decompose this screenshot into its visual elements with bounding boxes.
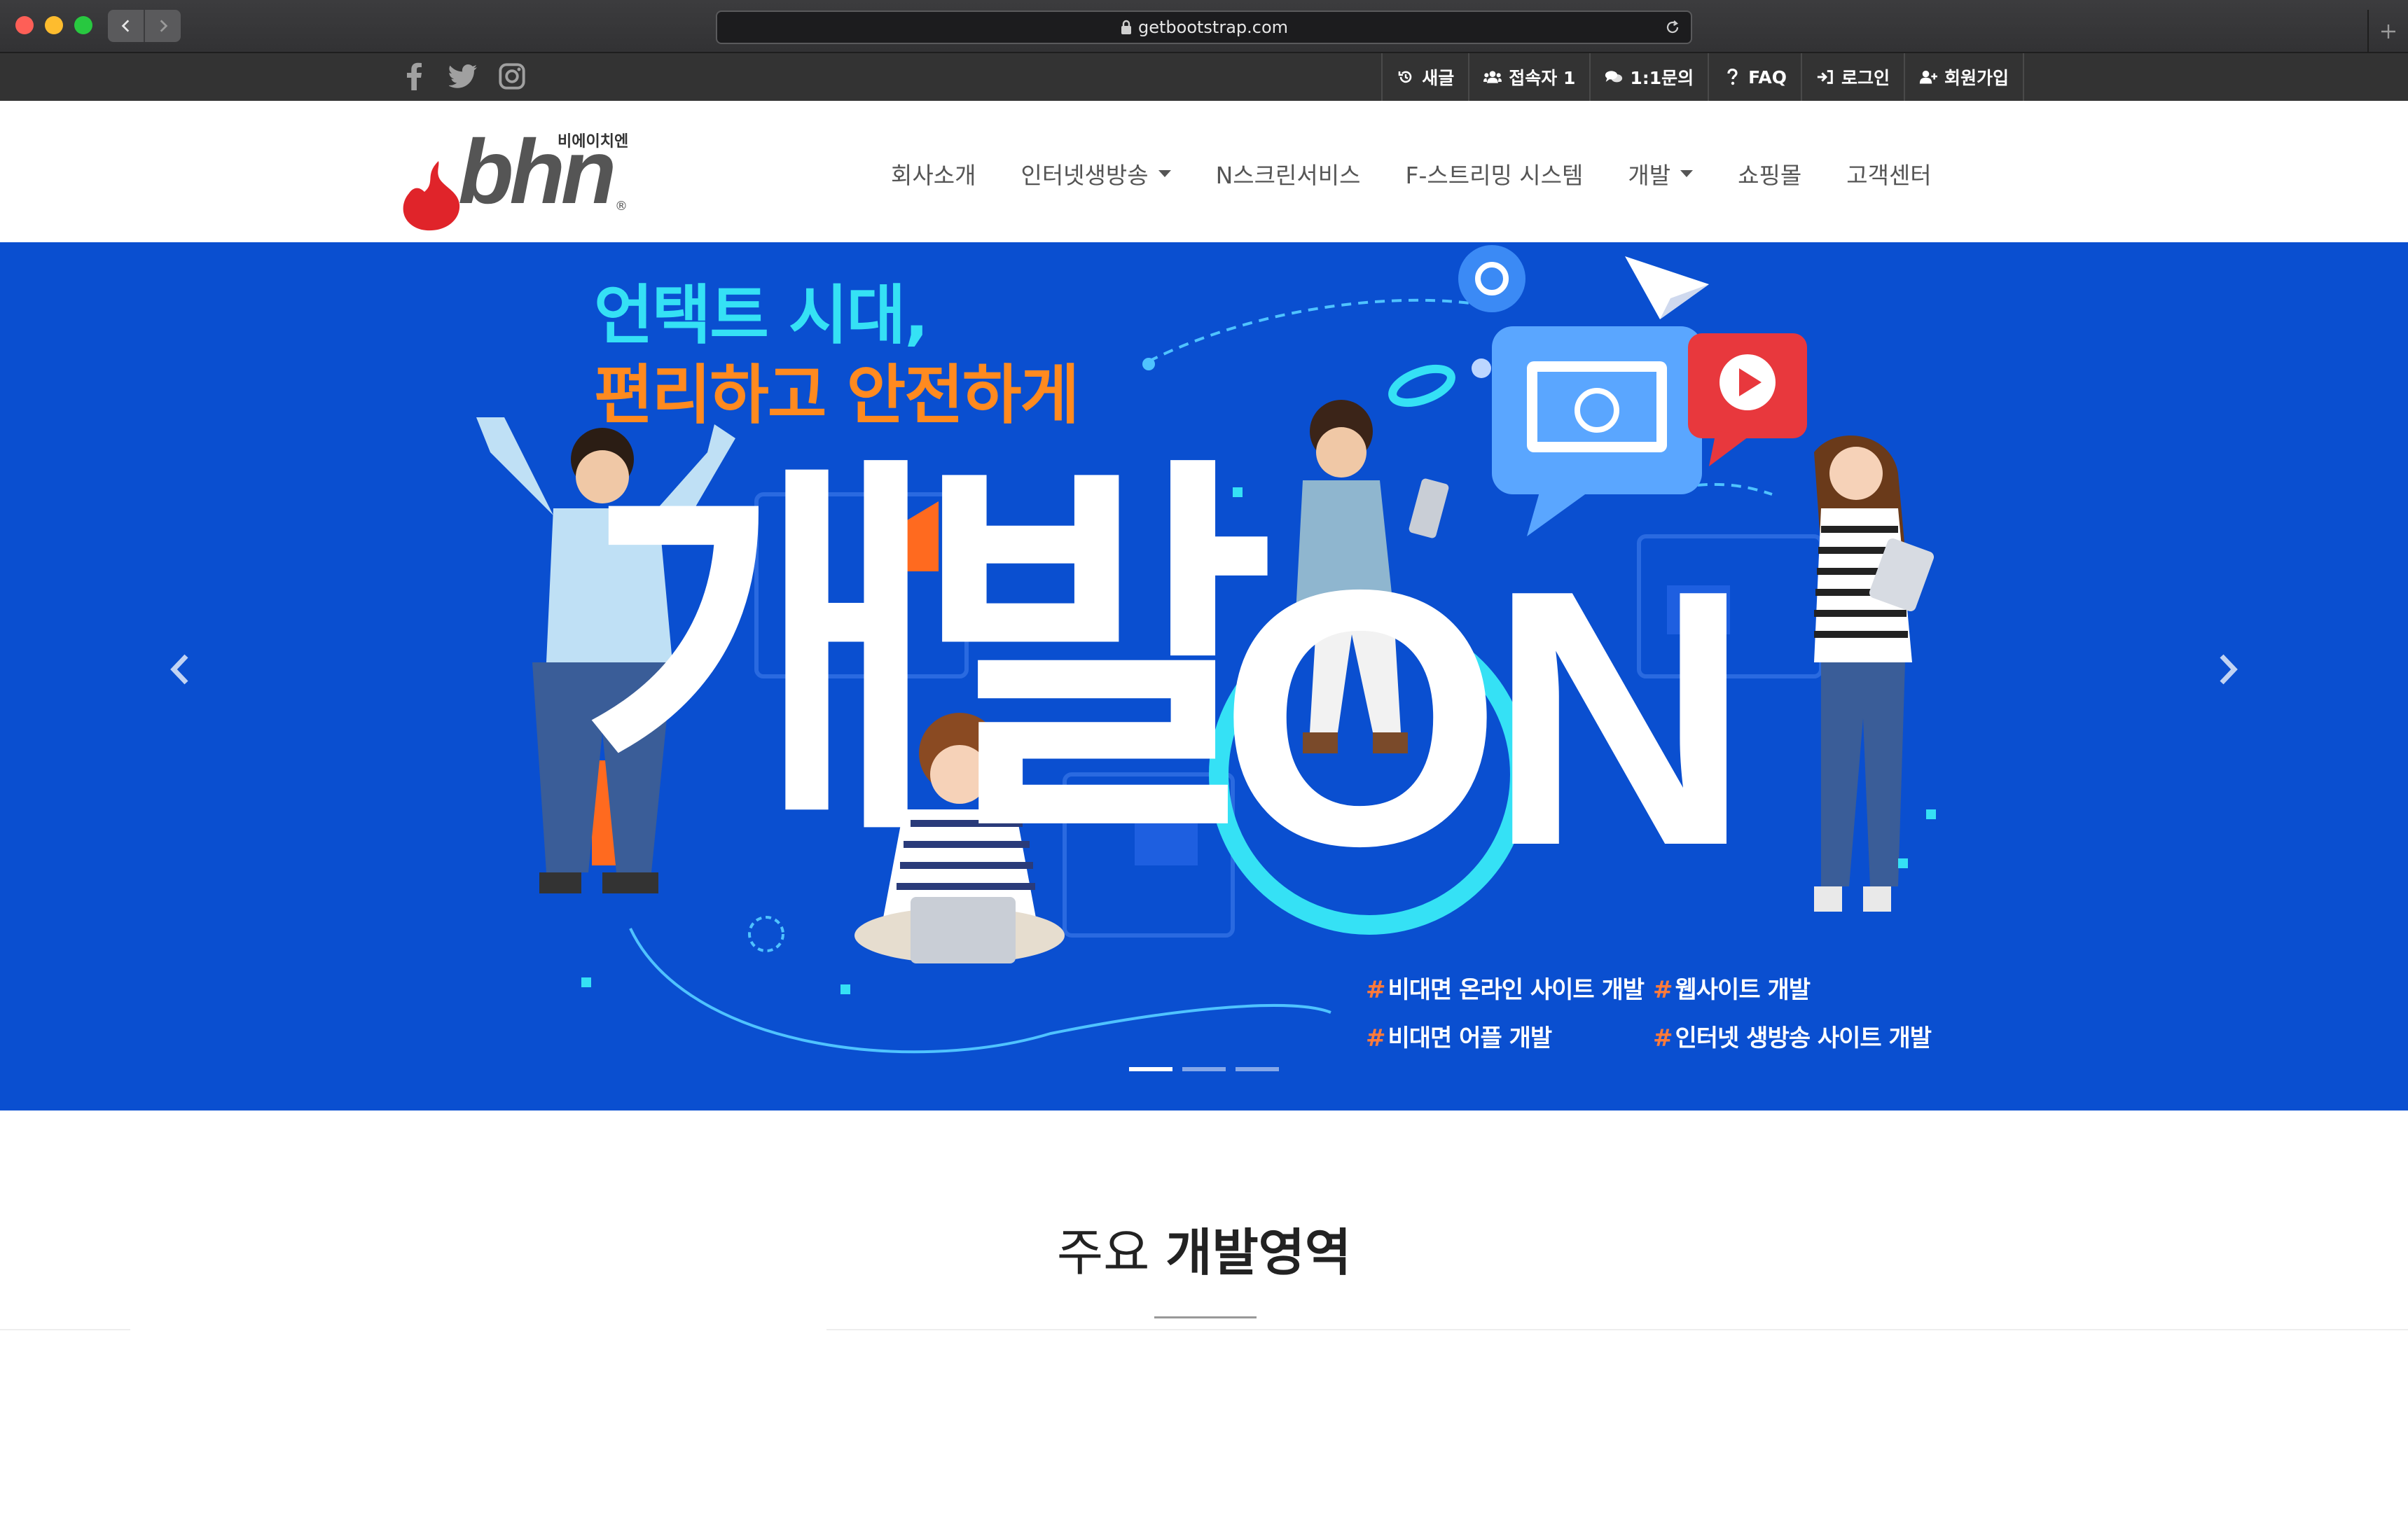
nav-item-nscreen[interactable]: N스크린서비스 xyxy=(1216,157,1361,190)
site-header: 비에이치엔 bhn ® 회사소개 인터넷생방송 N스크린서비스 F-스트리밍 시… xyxy=(0,101,2408,242)
tag-text: 비대면 온라인 사이트 개발 xyxy=(1388,976,1645,1004)
social-links xyxy=(399,60,527,92)
hash-mark: # xyxy=(1366,1024,1385,1052)
carousel-indicator-3[interactable] xyxy=(1236,1067,1279,1071)
lock-icon xyxy=(1121,20,1131,34)
new-tab-button[interactable] xyxy=(2367,10,2408,53)
main-nav: 회사소개 인터넷생방송 N스크린서비스 F-스트리밍 시스템 개발 쇼핑몰 고객… xyxy=(891,157,1932,190)
logo-text: bhn xyxy=(458,120,616,223)
sign-in-icon xyxy=(1817,70,1833,84)
twitter-icon xyxy=(449,64,477,88)
instagram-link[interactable] xyxy=(497,60,527,92)
history-nav xyxy=(108,10,181,42)
address-bar[interactable]: getbootstrap.com xyxy=(716,11,1692,44)
nav-label: N스크린서비스 xyxy=(1215,162,1361,189)
site-logo[interactable]: 비에이치엔 bhn ® xyxy=(396,120,635,231)
faq-label: FAQ xyxy=(1748,67,1787,88)
url-text: getbootstrap.com xyxy=(1137,18,1289,37)
facebook-icon xyxy=(407,62,422,90)
login-label: 로그인 xyxy=(1841,68,1890,88)
hero-big-word: 개발 xyxy=(581,427,1275,884)
nav-item-streaming[interactable]: F-스트리밍 시스템 xyxy=(1405,157,1583,190)
facebook-link[interactable] xyxy=(399,60,429,92)
nav-label: 고객센터 xyxy=(1846,162,1932,189)
hero-tag: # 웹사이트 개발 xyxy=(1653,970,1940,1005)
hash-mark: # xyxy=(1653,976,1673,1004)
minimize-window-button[interactable] xyxy=(45,16,63,34)
users-icon xyxy=(1483,71,1502,83)
nav-item-development[interactable]: 개발 xyxy=(1628,157,1694,190)
reload-icon[interactable] xyxy=(1664,19,1681,36)
carousel-indicators xyxy=(1129,1067,1279,1071)
visitors-link[interactable]: 접속자 1 xyxy=(1468,53,1589,101)
twitter-link[interactable] xyxy=(448,60,478,92)
nav-label: F-스트리밍 시스템 xyxy=(1405,162,1584,189)
nav-label: 개발 xyxy=(1628,162,1671,189)
browser-chrome: getbootstrap.com xyxy=(0,0,2408,53)
nav-label: 쇼핑몰 xyxy=(1738,162,1802,189)
nav-item-company[interactable]: 회사소개 xyxy=(891,157,976,190)
nav-item-support[interactable]: 고객센터 xyxy=(1846,157,1931,190)
carousel-prev-button[interactable] xyxy=(160,641,202,697)
history-icon xyxy=(1398,71,1412,83)
tag-text: 비대면 어플 개발 xyxy=(1388,1024,1553,1052)
maximize-window-button[interactable] xyxy=(74,16,92,34)
hash-mark: # xyxy=(1653,1024,1673,1052)
divider-line xyxy=(0,1329,130,1330)
question-icon xyxy=(1727,69,1738,85)
carousel-indicator-1[interactable] xyxy=(1129,1067,1172,1071)
hero-tag: # 비대면 온라인 사이트 개발 xyxy=(1366,970,1653,1005)
hero-tags: # 비대면 온라인 사이트 개발 # 웹사이트 개발 # 비대면 어플 개발 # 인터넷… xyxy=(1366,970,1940,1053)
section-title-bold: 개발영역 xyxy=(1165,1223,1352,1282)
nav-item-shopping[interactable]: 쇼핑몰 xyxy=(1738,157,1801,190)
flame-logo-icon xyxy=(403,161,460,231)
nav-label: 회사소개 xyxy=(891,162,976,189)
hero-carousel: 언택트 시대, 편리하고 안전하게 개발 ON # 비대면 온라인 사이트 개발 … xyxy=(0,242,2408,1110)
chevron-right-icon xyxy=(2220,654,2238,685)
hero-big-on: ON xyxy=(1219,515,1751,921)
nav-item-live-broadcast[interactable]: 인터넷생방송 xyxy=(1020,157,1171,190)
section-underline xyxy=(1154,1316,1257,1318)
faq-link[interactable]: FAQ xyxy=(1708,53,1801,101)
chevron-left-icon xyxy=(121,20,129,32)
top-utility-bar: 새글 접속자 1 1:1문의 FAQ 로그인 회원가입 xyxy=(0,53,2408,101)
logo-registered-mark: ® xyxy=(615,199,628,214)
nav-label: 인터넷생방송 xyxy=(1020,162,1149,189)
signup-label: 회원가입 xyxy=(1944,68,2009,88)
hero-tag: # 인터넷 생방송 사이트 개발 xyxy=(1653,1019,1940,1053)
instagram-icon xyxy=(499,63,525,90)
hero-tag: # 비대면 어플 개발 xyxy=(1366,1019,1653,1053)
section-title-light: 주요 xyxy=(1056,1223,1150,1282)
tag-text: 웹사이트 개발 xyxy=(1675,976,1811,1004)
inquiry-label: 1:1문의 xyxy=(1630,68,1694,88)
back-button[interactable] xyxy=(108,10,144,42)
caret-down-icon xyxy=(1680,170,1694,177)
visitors-label: 접속자 1 xyxy=(1509,68,1576,88)
caret-down-icon xyxy=(1158,170,1171,177)
tag-text: 인터넷 생방송 사이트 개발 xyxy=(1675,1024,1932,1052)
user-plus-icon xyxy=(1919,70,1937,84)
signup-link[interactable]: 회원가입 xyxy=(1903,53,2024,101)
chevron-left-icon xyxy=(170,654,188,685)
chevron-right-icon xyxy=(160,20,167,32)
new-posts-link[interactable]: 새글 xyxy=(1381,53,1468,101)
hash-mark: # xyxy=(1366,976,1385,1004)
section-title: 주요 개발영역 xyxy=(0,1211,2408,1285)
plus-icon xyxy=(2381,25,2395,39)
inquiry-link[interactable]: 1:1문의 xyxy=(1589,53,1708,101)
person-woman-tablet xyxy=(1814,436,1935,912)
close-window-button[interactable] xyxy=(15,16,34,34)
login-link[interactable]: 로그인 xyxy=(1800,53,1904,101)
carousel-indicator-2[interactable] xyxy=(1182,1067,1226,1071)
hero-headline-2: 편리하고 안전하게 xyxy=(594,358,1079,433)
utility-menu: 새글 접속자 1 1:1문의 FAQ 로그인 회원가입 xyxy=(1381,53,2024,101)
divider-line xyxy=(826,1329,2408,1330)
new-posts-label: 새글 xyxy=(1422,68,1455,88)
carousel-next-button[interactable] xyxy=(2206,641,2248,697)
forward-button[interactable] xyxy=(144,10,181,42)
comments-icon xyxy=(1605,71,1623,83)
